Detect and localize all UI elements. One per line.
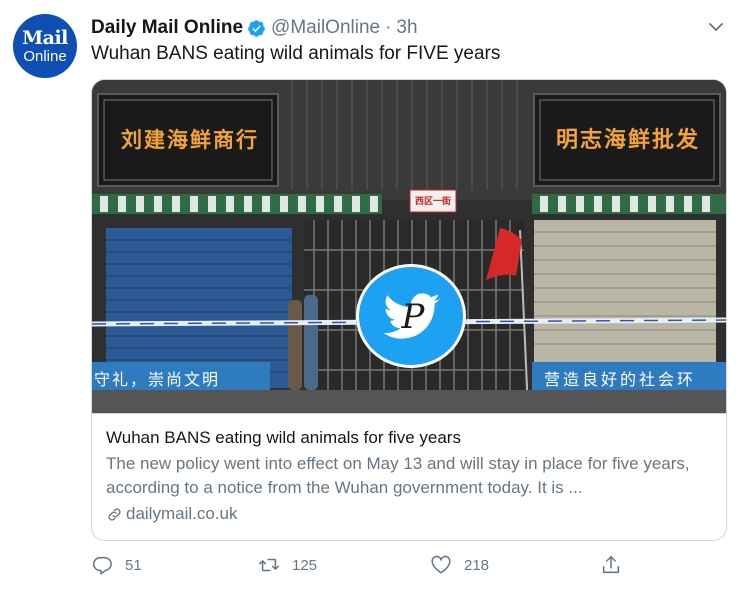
heart-icon	[431, 555, 451, 574]
reply-button[interactable]: 51	[91, 550, 142, 580]
reply-icon	[92, 556, 112, 575]
display-name[interactable]: Daily Mail Online	[91, 17, 243, 39]
tweet-actions: 51 125 218	[91, 550, 727, 580]
avatar[interactable]: Mail Online	[13, 14, 77, 78]
avatar-logo-line1: Mail	[22, 26, 68, 49]
share-icon	[602, 555, 620, 574]
like-count: 218	[464, 556, 490, 574]
tweet[interactable]: Mail Online Daily Mail Online @MailOnlin…	[0, 0, 751, 590]
card-description: The new policy went into effect on May 1…	[106, 454, 690, 497]
shop-sign-left: 刘建海鲜商行	[121, 128, 259, 152]
card-domain[interactable]: dailymail.co.uk	[106, 503, 714, 525]
retweet-icon	[259, 558, 279, 572]
avatar-logo-line2: Online	[23, 47, 67, 65]
verified-badge-icon	[247, 19, 266, 38]
separator-dot: ·	[385, 17, 392, 38]
tweet-header: Daily Mail Online @MailOnline · 3h	[91, 16, 418, 40]
timestamp[interactable]: 3h	[396, 17, 417, 39]
like-button[interactable]: 218	[430, 550, 489, 580]
reply-count: 51	[125, 556, 142, 574]
watermark-letter: P	[401, 297, 425, 337]
link-card[interactable]: 刘建海鲜商行 明志海鲜批发 西区一街 守礼，崇尚文明 营造良好的社会环 P Wu…	[91, 79, 727, 541]
retweet-button[interactable]: 125	[258, 550, 317, 580]
link-icon	[108, 507, 121, 521]
chevron-down-icon[interactable]	[706, 17, 726, 37]
card-domain-text: dailymail.co.uk	[126, 504, 238, 523]
banner-right: 营造良好的社会环	[544, 370, 697, 389]
banner-left: 守礼，崇尚文明	[94, 370, 221, 389]
retweet-count: 125	[292, 556, 318, 574]
shop-sign-right: 明志海鲜批发	[555, 128, 700, 153]
street-sign: 西区一街	[414, 197, 451, 207]
handle[interactable]: @MailOnline	[271, 17, 380, 39]
card-body[interactable]: Wuhan BANS eating wild animals for five …	[92, 413, 726, 540]
card-image[interactable]: 刘建海鲜商行 明志海鲜批发 西区一街 守礼，崇尚文明 营造良好的社会环 P	[92, 80, 726, 413]
twitter-bird-icon: P	[356, 264, 466, 368]
tweet-text: Wuhan BANS eating wild animals for FIVE …	[91, 43, 501, 64]
share-button[interactable]	[600, 550, 622, 580]
card-title[interactable]: Wuhan BANS eating wild animals for five …	[106, 427, 714, 449]
